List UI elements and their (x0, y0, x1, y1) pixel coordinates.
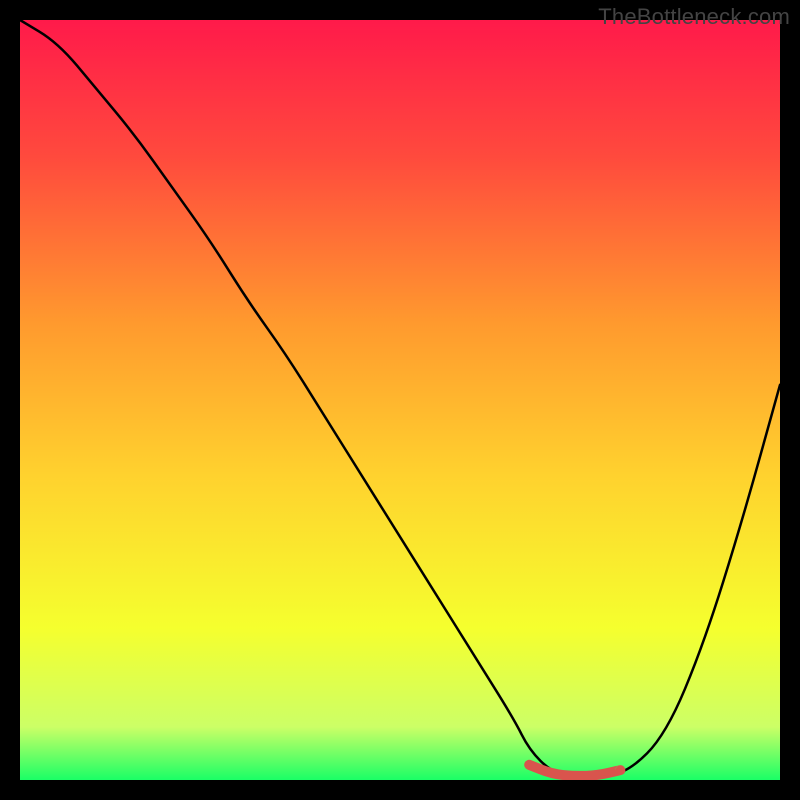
chart-container: TheBottleneck.com (0, 0, 800, 800)
chart-svg (20, 20, 780, 780)
watermark-text: TheBottleneck.com (598, 4, 790, 30)
plot-area (20, 20, 780, 780)
